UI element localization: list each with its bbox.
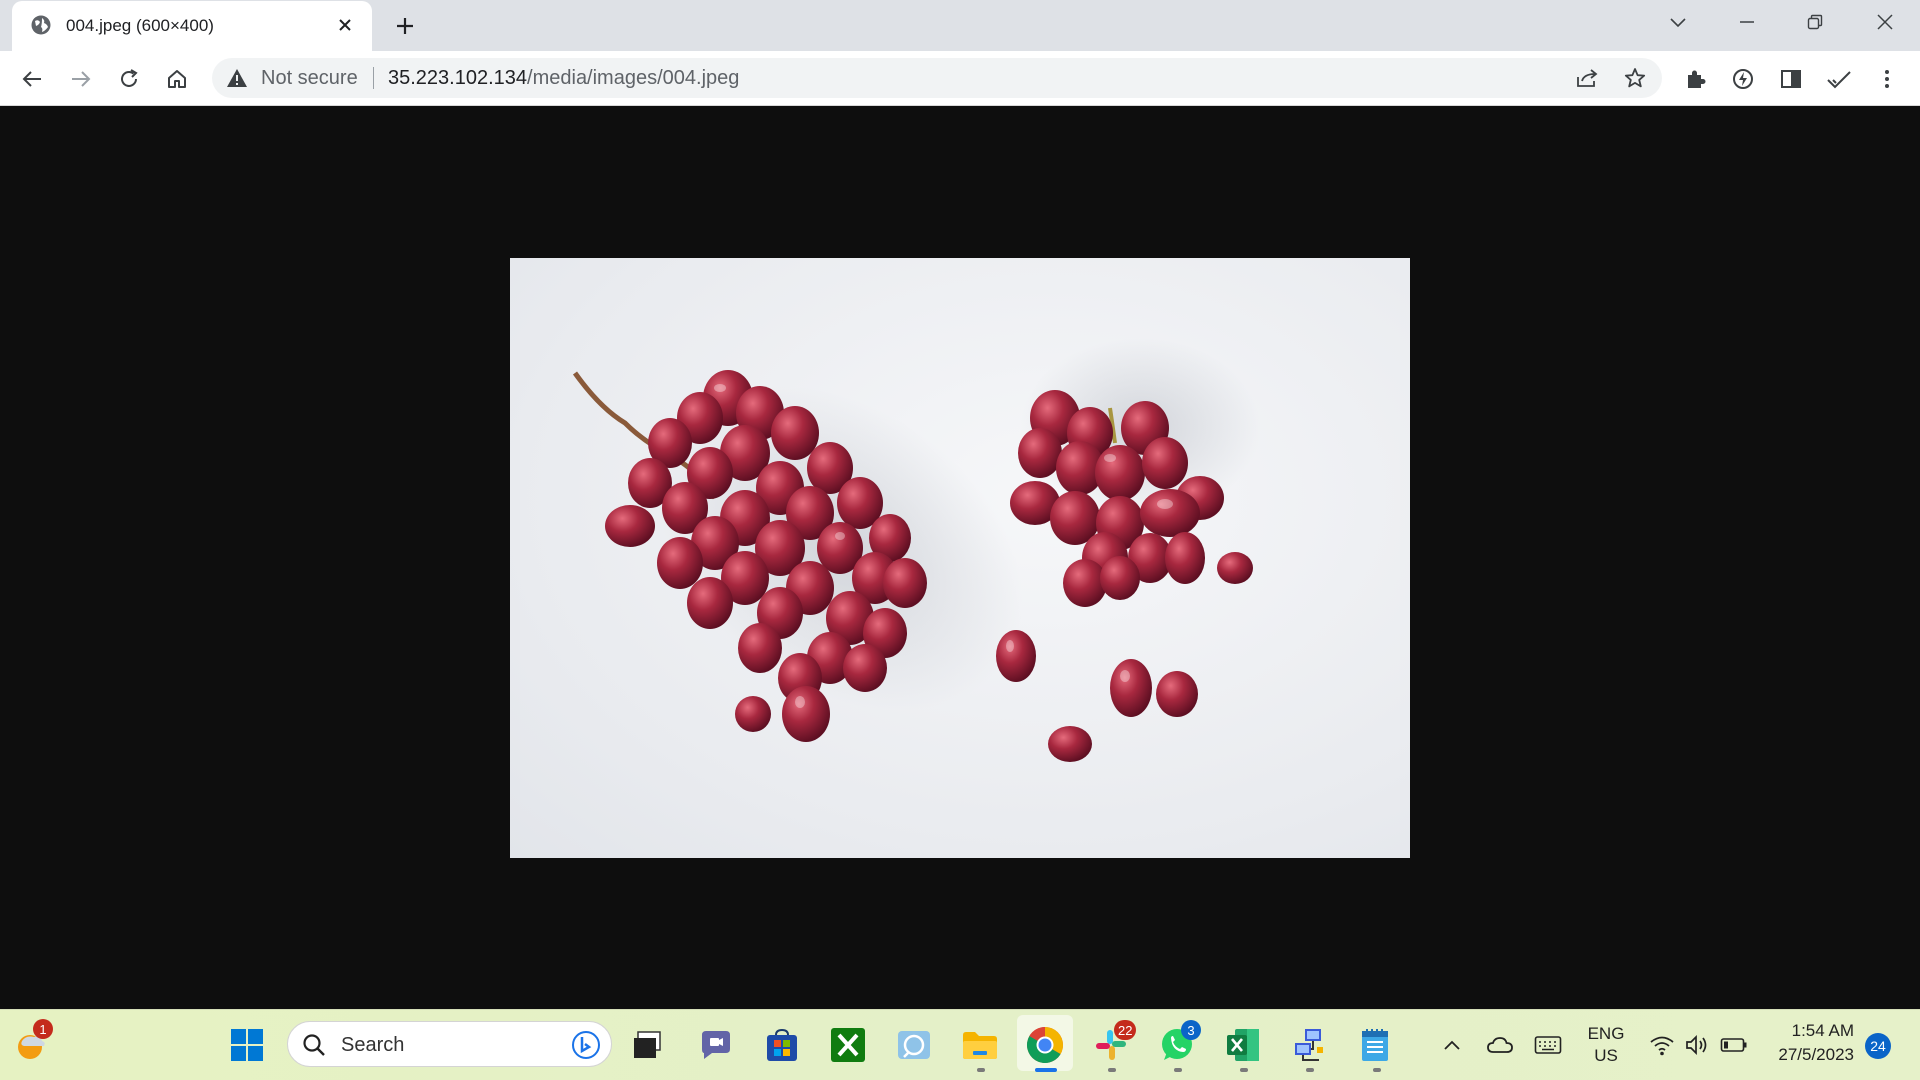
clock[interactable]: 1:54 AM 27/5/2023	[1766, 1021, 1854, 1065]
extensions-icon[interactable]	[1680, 64, 1710, 94]
network-icon[interactable]	[1287, 1023, 1331, 1067]
security-label[interactable]: Not secure	[261, 67, 358, 90]
sidepanel-icon[interactable]	[1776, 64, 1806, 94]
chrome-active-indicator	[1035, 1068, 1057, 1072]
notification-badge[interactable]: 24	[1865, 1033, 1891, 1059]
plus-icon[interactable]	[390, 11, 420, 41]
forward-icon[interactable]	[66, 64, 96, 94]
search-placeholder: Search	[341, 1034, 405, 1056]
widget-badge: 1	[33, 1019, 53, 1039]
slack-badge: 22	[1114, 1020, 1137, 1040]
url-host: 35.223.102.134	[388, 67, 528, 89]
tab-title: 004.jpeg (600×400)	[66, 16, 214, 35]
url-text[interactable]: 35.223.102.134/media/images/004.jpeg	[388, 67, 739, 90]
notepad-running-indicator	[1373, 1068, 1381, 1072]
keyboard-icon[interactable]	[1526, 1023, 1570, 1067]
language-indicator[interactable]: ENG US	[1580, 1024, 1632, 1066]
language-text: ENG	[1587, 1024, 1625, 1043]
star-icon[interactable]	[1620, 63, 1650, 93]
chrome-icon[interactable]	[1023, 1023, 1067, 1067]
cloud-icon[interactable]	[1478, 1023, 1522, 1067]
network-running-indicator	[1306, 1068, 1314, 1072]
menu-icon[interactable]	[1872, 64, 1902, 94]
close-icon[interactable]	[332, 12, 358, 38]
url-path: /media/images/004.jpeg	[527, 67, 740, 89]
search-icon	[302, 1033, 326, 1062]
whatsapp-badge: 3	[1181, 1020, 1201, 1040]
mail-app-icon[interactable]	[892, 1023, 936, 1067]
windows-icon[interactable]	[225, 1023, 269, 1067]
excel-icon[interactable]	[1221, 1023, 1265, 1067]
slack-running-indicator	[1108, 1068, 1116, 1072]
files-icon[interactable]	[958, 1023, 1002, 1067]
tab-active[interactable]: 004.jpeg (600×400)	[12, 1, 372, 51]
back-icon[interactable]	[17, 64, 47, 94]
grapes-image[interactable]	[510, 258, 1410, 858]
region-text: US	[1594, 1046, 1618, 1065]
files-running-indicator	[977, 1068, 985, 1072]
bing-icon[interactable]	[571, 1030, 601, 1065]
share-icon[interactable]	[1572, 63, 1602, 93]
chevron-up-icon[interactable]	[1430, 1023, 1474, 1067]
close-window-icon[interactable]	[1863, 6, 1907, 38]
warning-icon[interactable]	[226, 67, 248, 94]
home-icon[interactable]	[162, 64, 192, 94]
notepad-icon[interactable]	[1353, 1023, 1397, 1067]
battery-icon[interactable]	[1712, 1023, 1756, 1067]
taskbar-search[interactable]: Search	[287, 1021, 612, 1067]
reload-icon[interactable]	[114, 64, 144, 94]
check-icon[interactable]	[1824, 64, 1854, 94]
tab-strip: 004.jpeg (600×400)	[0, 0, 1920, 51]
xbox-icon[interactable]	[826, 1023, 870, 1067]
omnibox-separator	[373, 67, 374, 89]
teams-icon[interactable]	[694, 1023, 738, 1067]
globe-icon	[30, 14, 52, 36]
restore-icon[interactable]	[1793, 6, 1837, 38]
address-bar[interactable]: Not secure 35.223.102.134/media/images/0…	[212, 58, 1662, 98]
task-view-icon[interactable]	[625, 1023, 669, 1067]
whatsapp-running-indicator	[1174, 1068, 1182, 1072]
chevron-down-icon[interactable]	[1656, 6, 1700, 38]
clock-time: 1:54 AM	[1791, 1021, 1854, 1040]
store-icon[interactable]	[760, 1023, 804, 1067]
minimize-icon[interactable]	[1725, 6, 1769, 38]
performance-icon[interactable]	[1728, 64, 1758, 94]
clock-date: 27/5/2023	[1778, 1045, 1854, 1064]
excel-running-indicator	[1240, 1068, 1248, 1072]
